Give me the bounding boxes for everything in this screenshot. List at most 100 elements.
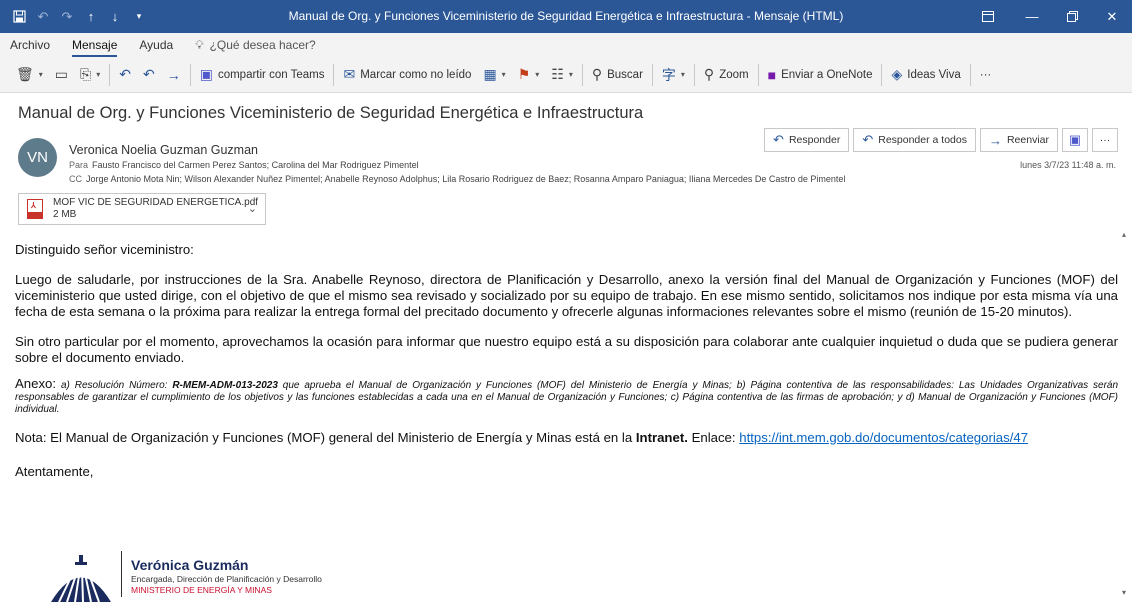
search-label: Buscar — [607, 68, 643, 81]
search-button[interactable]: ⚲ Buscar — [586, 62, 649, 88]
chevron-down-icon[interactable]: ⌄ — [248, 202, 257, 215]
reply-all-icon: ↶ — [142, 66, 155, 82]
viva-icon: ◈ — [891, 66, 903, 82]
note-text: Nota: El Manual de Organización y Funcio… — [15, 430, 633, 445]
search-icon: ⚲ — [591, 66, 603, 82]
avatar[interactable]: VN — [18, 138, 57, 177]
annex-lead: Anexo: — [15, 376, 57, 391]
teams-chat-button[interactable]: ▣ — [1062, 128, 1088, 152]
share-teams-label: compartir con Teams — [217, 68, 325, 81]
tab-archivo[interactable]: Archivo — [10, 33, 50, 57]
quick-access-toolbar: ↶ ↷ ↑ ↓ ▾ — [0, 6, 150, 28]
body-paragraph-1: Luego de saludarle, por instrucciones de… — [15, 272, 1118, 319]
tell-me-box[interactable]: 💡︎ ¿Qué desea hacer? — [195, 38, 315, 53]
separator — [109, 63, 111, 86]
more-actions-button[interactable]: ··· — [1092, 128, 1118, 152]
chevron-down-icon: ▾ — [38, 70, 43, 79]
reply-icon: ↶ — [119, 66, 131, 82]
separator — [189, 63, 191, 86]
ribbon-display-options-icon[interactable] — [964, 0, 1012, 33]
move-to-folder-icon: ⎘ — [80, 66, 92, 82]
next-item-icon[interactable]: ↓ — [104, 6, 126, 28]
annex-paragraph: Anexo: a) Resolución Número: R-MEM-ADM-0… — [15, 376, 1118, 416]
tell-me-label: ¿Qué desea hacer? — [209, 38, 316, 52]
zoom-icon: ⚲ — [703, 66, 715, 82]
chevron-down-icon: ▾ — [568, 70, 573, 79]
cc-label: CC — [69, 174, 82, 184]
more-commands-button[interactable]: ··· — [974, 62, 998, 88]
reply-icon: ↶ — [773, 132, 784, 147]
viva-label: Ideas Viva — [907, 68, 961, 81]
annex-item-a: a) Resolución Número: — [60, 380, 168, 391]
categorize-icon: ▦ — [483, 66, 497, 82]
closing: Atentamente, — [15, 464, 94, 479]
rules-button[interactable]: ☷ ▾ — [545, 62, 579, 88]
delete-button[interactable]: 🗑︎ ▾ — [10, 62, 49, 88]
separator — [581, 63, 583, 86]
archive-button[interactable]: ▭ — [49, 62, 74, 88]
more-icon: ··· — [1099, 134, 1111, 146]
signature-divider — [121, 551, 122, 597]
send-to-onenote-button[interactable]: ■ Enviar a OneNote — [762, 62, 879, 88]
ribbon-toolbar: 🗑︎ ▾ ▭ ⎘ ▾ ↶ ↶ → ▣ compartir con Teams ✉︎ Ma… — [0, 57, 1132, 93]
forward-icon: → — [988, 132, 1002, 148]
tab-mensaje[interactable]: Mensaje — [72, 33, 118, 57]
reply-all-button[interactable]: ↶ — [137, 62, 161, 88]
close-icon[interactable]: ✕ — [1092, 0, 1132, 33]
tab-ayuda[interactable]: Ayuda — [139, 33, 173, 57]
cc-line: CC Jorge Antonio Mota Nin; Wilson Alexand… — [69, 174, 845, 184]
reply-all-icon: ↶ — [862, 132, 874, 147]
intranet-link[interactable]: https://int.mem.gob.do/documentos/catego… — [739, 430, 1028, 445]
minimize-icon[interactable]: — — [1012, 0, 1052, 33]
window-controls: — ✕ — [964, 0, 1132, 33]
separator — [881, 63, 883, 86]
attachment-name: MOF VIC DE SEGURIDAD ENERGETICA.pdf — [53, 197, 259, 208]
scroll-down-arrow-icon[interactable]: ▾ — [1122, 588, 1130, 600]
ribbon-tabs: Archivo Mensaje Ayuda 💡︎ ¿Qué desea hace… — [0, 33, 1132, 57]
window-title: Manual de Org. y Funciones Viceministeri… — [288, 9, 844, 23]
reply-button[interactable]: ↶ Responder — [764, 128, 850, 152]
forward-button[interactable]: → — [161, 62, 187, 88]
save-icon[interactable] — [8, 6, 30, 28]
chevron-down-icon: ▾ — [96, 70, 101, 79]
follow-up-button[interactable]: ⚑ ▾ — [512, 62, 546, 88]
forward-icon: → — [166, 66, 181, 83]
archive-icon: ▭ — [54, 66, 69, 82]
forward-label: Reenviar — [1006, 134, 1049, 146]
separator — [651, 63, 653, 86]
cc-recipients[interactable]: Jorge Antonio Mota Nin; Wilson Alexander… — [86, 174, 845, 184]
customize-toolbar-icon[interactable]: ▾ — [128, 6, 150, 28]
translate-button[interactable]: 字 ▾ — [656, 62, 691, 88]
separator — [757, 63, 759, 86]
scroll-up-arrow-icon[interactable]: ▴ — [1122, 230, 1130, 242]
reply-label: Responder — [788, 134, 841, 146]
sender-name[interactable]: Veronica Noelia Guzman Guzman — [69, 143, 258, 157]
rules-icon: ☷ — [551, 66, 564, 82]
lightbulb-icon: 💡︎ — [195, 37, 204, 52]
share-teams-button[interactable]: ▣ compartir con Teams — [194, 62, 331, 88]
attachment-card[interactable]: ⅄ MOF VIC DE SEGURIDAD ENERGETICA.pdf 2 … — [18, 193, 266, 225]
translate-icon: 字 — [661, 66, 676, 83]
mark-unread-button[interactable]: ✉︎ Marcar como no leído — [337, 62, 477, 88]
reply-button[interactable]: ↶ — [113, 62, 137, 88]
viva-insights-button[interactable]: ◈ Ideas Viva — [885, 62, 966, 88]
to-line: Para Fausto Francisco del Carmen Perez Sa… — [69, 160, 419, 170]
chevron-down-icon: ▾ — [535, 70, 540, 79]
move-button[interactable]: ⎘ ▾ — [74, 62, 106, 88]
restore-icon[interactable] — [1052, 0, 1092, 33]
signature-organization: MINISTERIO DE ENERGÍA Y MINAS — [131, 585, 272, 595]
message-subject: Manual de Org. y Funciones Viceministeri… — [18, 104, 644, 122]
message-body: Distinguido señor viceministro: Luego de… — [15, 242, 1118, 494]
categorize-button[interactable]: ▦ ▾ — [477, 62, 511, 88]
undo-icon[interactable]: ↶ — [32, 6, 54, 28]
zoom-button[interactable]: ⚲ Zoom — [698, 62, 755, 88]
to-label: Para — [69, 160, 89, 170]
signature-role: Encargada, Dirección de Planificación y … — [131, 574, 322, 584]
forward-button[interactable]: → Reenviar — [979, 128, 1058, 152]
to-recipients[interactable]: Fausto Francisco del Carmen Perez Santos… — [92, 160, 419, 170]
redo-icon[interactable]: ↷ — [56, 6, 78, 28]
previous-item-icon[interactable]: ↑ — [80, 6, 102, 28]
reply-all-button[interactable]: ↶ Responder a todos — [853, 128, 976, 152]
onenote-label: Enviar a OneNote — [781, 68, 873, 81]
chevron-down-icon: ▾ — [680, 70, 685, 79]
